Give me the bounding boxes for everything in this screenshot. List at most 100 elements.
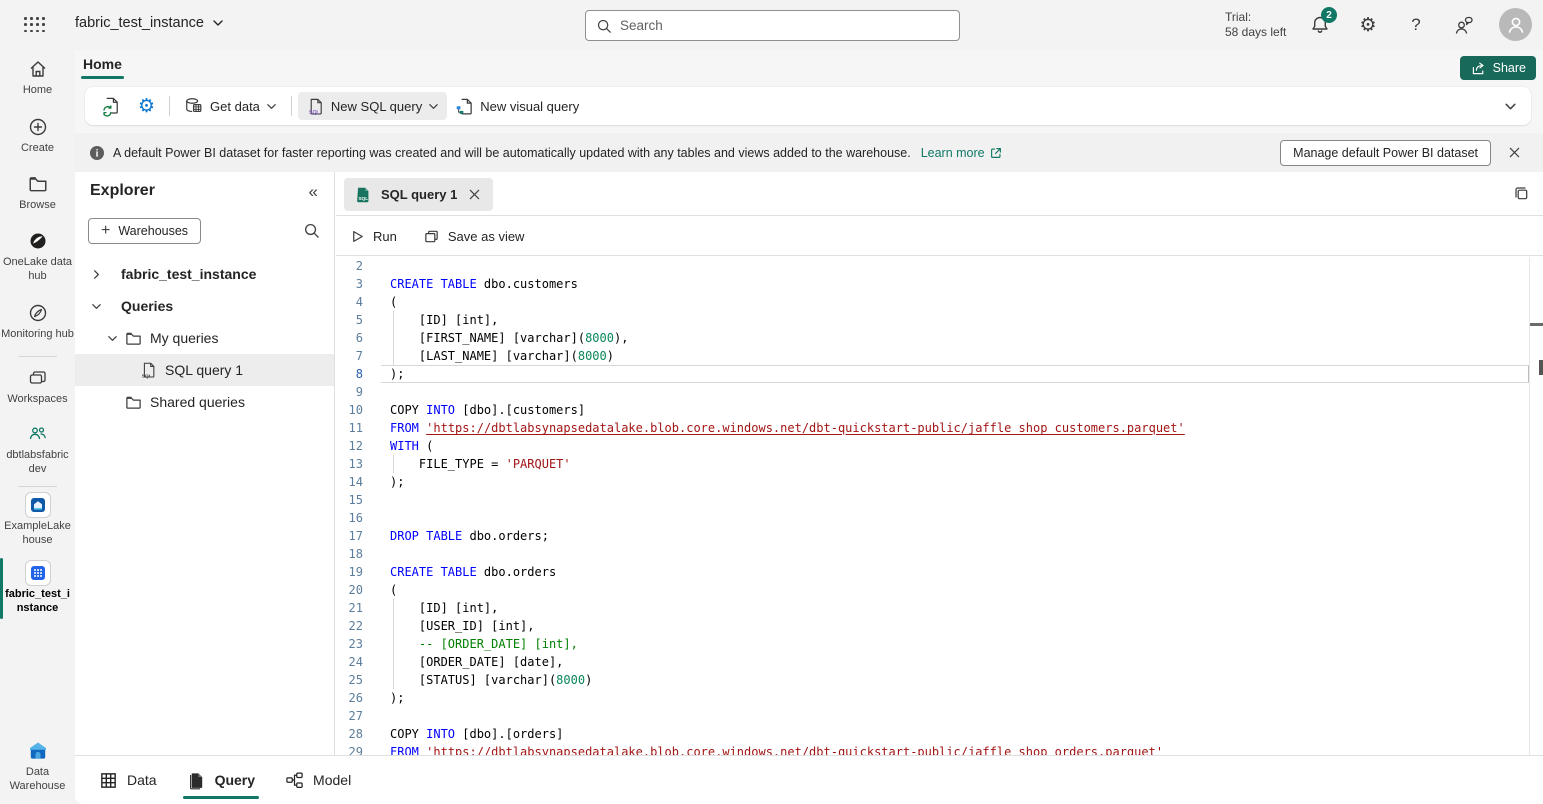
code-line-27[interactable]: 27 (336, 707, 1529, 725)
close-tab-button[interactable] (466, 186, 483, 203)
code-line-16[interactable]: 16 (336, 509, 1529, 527)
account-avatar[interactable] (1499, 8, 1532, 41)
app-launcher-icon[interactable] (24, 17, 45, 33)
share-button[interactable]: Share (1460, 56, 1536, 80)
line-number: 19 (336, 563, 363, 581)
search-input[interactable] (620, 18, 949, 33)
code-line-4[interactable]: 4( (336, 293, 1529, 311)
line-number: 26 (336, 689, 363, 707)
code-line-15[interactable]: 15 (336, 491, 1529, 509)
main-panel: Explorer « + Warehouses fabric_test_inst… (75, 172, 1543, 804)
manage-dataset-button[interactable]: Manage default Power BI dataset (1280, 140, 1491, 166)
code-line-23[interactable]: 23 -- [ORDER_DATE] [int], (336, 635, 1529, 653)
rail-item-home[interactable]: Home (0, 58, 75, 97)
tree-item-sql-query-1[interactable]: SQL query 1 (75, 354, 334, 386)
code-line-9[interactable]: 9 (336, 383, 1529, 401)
code-line-5[interactable]: 5 [ID] [int], (336, 311, 1529, 329)
rail-item-monitoring-hub[interactable]: Monitoring hub (0, 302, 75, 341)
copy-button[interactable] (1513, 185, 1530, 202)
rail-item-browse[interactable]: Browse (0, 173, 75, 212)
sql-code-editor[interactable]: 23CREATE TABLE dbo.customers4(5 [ID] [in… (336, 257, 1543, 755)
banner-close-button[interactable] (1499, 138, 1529, 168)
editor-scrollbar[interactable] (1529, 257, 1543, 755)
code-line-14[interactable]: 14); (336, 473, 1529, 491)
line-content: WITH ( (363, 437, 433, 455)
settings-toolbar-button[interactable]: ⚙ (130, 92, 163, 120)
folder-icon (28, 174, 48, 194)
code-line-17[interactable]: 17DROP TABLE dbo.orders; (336, 527, 1529, 545)
rail-item-create[interactable]: Create (0, 116, 75, 155)
code-line-20[interactable]: 20( (336, 581, 1529, 599)
line-content: -- [ORDER_DATE] [int], (363, 635, 578, 653)
code-line-2[interactable]: 2 (336, 257, 1529, 275)
settings-button[interactable]: ⚙ (1357, 14, 1379, 36)
code-line-8[interactable]: 8); (336, 365, 1529, 383)
new-visual-query-button[interactable]: New visual query (447, 92, 587, 120)
editor-tab-bar: SQL query 1 (336, 172, 1543, 216)
svg-text:i: i (96, 148, 99, 159)
tree-item-my-queries[interactable]: My queries (75, 322, 334, 354)
workspace-switcher[interactable]: fabric_test_instance (75, 15, 224, 31)
rail-item-workspaces[interactable]: Workspaces (0, 367, 75, 406)
tab-model[interactable]: Model (285, 756, 351, 804)
collapse-ribbon-button[interactable] (1504, 100, 1517, 113)
rail-item-data-warehouse[interactable]: Data Warehouse (0, 740, 75, 793)
code-line-12[interactable]: 12WITH ( (336, 437, 1529, 455)
code-line-6[interactable]: 6 [FIRST_NAME] [varchar](8000), (336, 329, 1529, 347)
code-line-24[interactable]: 24 [ORDER_DATE] [date], (336, 653, 1529, 671)
tree-item-warehouse-root[interactable]: fabric_test_instance (75, 258, 334, 290)
learn-more-link[interactable]: Learn more (921, 146, 1003, 160)
explorer-pane: Explorer « + Warehouses fabric_test_inst… (75, 172, 335, 755)
folder-icon (125, 394, 142, 411)
database-icon (184, 96, 204, 116)
code-line-28[interactable]: 28COPY INTO [dbo].[orders] (336, 725, 1529, 743)
notifications-button[interactable]: 2 (1309, 14, 1331, 36)
run-button[interactable]: Run (350, 229, 397, 244)
query-doc-icon (187, 771, 206, 790)
line-content: [FIRST_NAME] [varchar](8000), (363, 329, 628, 347)
workspaces-icon (27, 367, 49, 389)
tree-item-queries[interactable]: Queries (75, 290, 334, 322)
code-line-7[interactable]: 7 [LAST_NAME] [varchar](8000) (336, 347, 1529, 365)
line-content (363, 545, 390, 563)
code-line-22[interactable]: 22 [USER_ID] [int], (336, 617, 1529, 635)
code-line-21[interactable]: 21 [ID] [int], (336, 599, 1529, 617)
line-content: [STATUS] [varchar](8000) (363, 671, 592, 689)
code-line-19[interactable]: 19CREATE TABLE dbo.orders (336, 563, 1529, 581)
share-icon (1470, 60, 1487, 77)
line-number: 11 (336, 419, 363, 437)
ribbon-toolbar: ⚙ Get data New SQL query New visual quer… (85, 87, 1531, 125)
code-line-18[interactable]: 18 (336, 545, 1529, 563)
line-number: 18 (336, 545, 363, 563)
tab-home[interactable]: Home (83, 54, 122, 79)
collapse-explorer-button[interactable]: « (309, 182, 318, 202)
people-icon (27, 423, 49, 445)
new-sql-query-button[interactable]: New SQL query (298, 92, 447, 120)
code-line-11[interactable]: 11FROM 'https://dbtlabsynapsedatalake.bl… (336, 419, 1529, 437)
rail-item-fabric-test-instance[interactable]: fabric_test_instance (0, 562, 75, 615)
feedback-button[interactable] (1453, 14, 1475, 36)
rail-item-dbtlabsfabricdev[interactable]: dbtlabsfabricdev (0, 423, 75, 476)
help-button[interactable]: ? (1405, 14, 1427, 36)
code-line-13[interactable]: 13 FILE_TYPE = 'PARQUET' (336, 455, 1529, 473)
new-report-button[interactable] (93, 92, 130, 120)
rail-item-examplelakehouse[interactable]: ExampleLakehouse (0, 494, 75, 547)
line-number: 24 (336, 653, 363, 671)
tab-query[interactable]: Query (187, 756, 255, 804)
add-warehouses-button[interactable]: + Warehouses (88, 218, 201, 244)
rail-item-onelake-data-hub[interactable]: OneLake data hub (0, 230, 75, 283)
get-data-button[interactable]: Get data (176, 92, 285, 120)
trial-label: Trial: (1225, 10, 1286, 25)
tree-item-shared-queries[interactable]: Shared queries (75, 386, 334, 418)
code-line-10[interactable]: 10COPY INTO [dbo].[customers] (336, 401, 1529, 419)
code-line-29[interactable]: 29FROM 'https://dbtlabsynapsedatalake.bl… (336, 743, 1529, 755)
chevron-down-icon (107, 333, 118, 344)
run-icon (350, 229, 365, 244)
tab-sql-query-1[interactable]: SQL query 1 (344, 178, 493, 211)
tab-data[interactable]: Data (99, 756, 157, 804)
code-line-25[interactable]: 25 [STATUS] [varchar](8000) (336, 671, 1529, 689)
explorer-search-button[interactable] (303, 222, 320, 239)
code-line-3[interactable]: 3CREATE TABLE dbo.customers (336, 275, 1529, 293)
code-line-26[interactable]: 26); (336, 689, 1529, 707)
save-as-view-button[interactable]: Save as view (423, 228, 525, 245)
